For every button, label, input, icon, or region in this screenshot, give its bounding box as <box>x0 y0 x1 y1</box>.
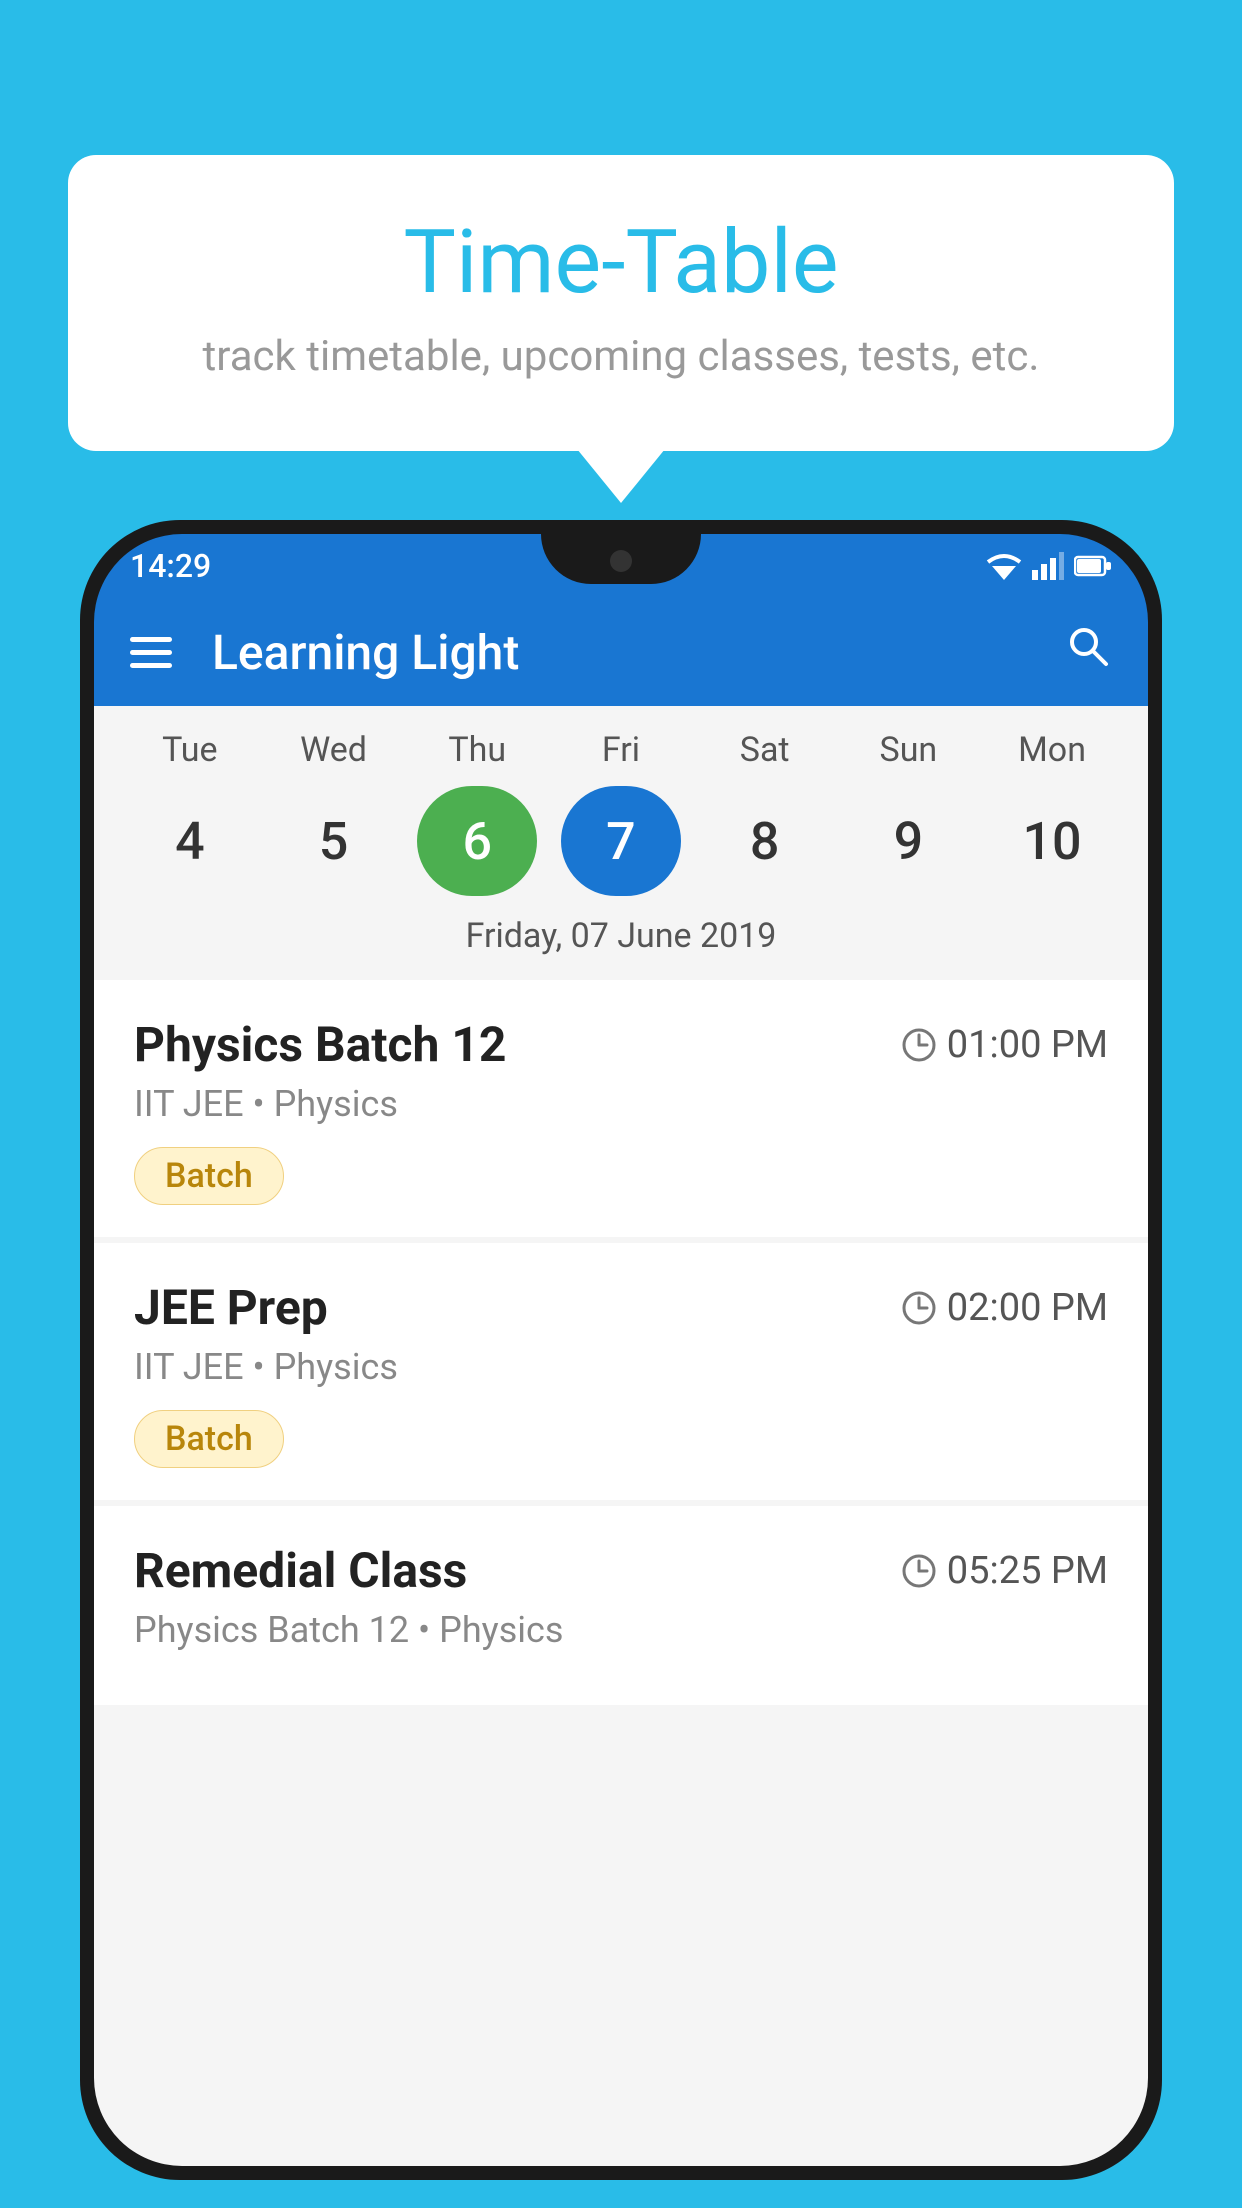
app-feature-subtitle: track timetable, upcoming classes, tests… <box>148 332 1094 381</box>
signal-icon <box>1032 552 1064 580</box>
wifi-icon <box>986 552 1022 580</box>
phone-screen: 14:29 <box>94 534 1148 2166</box>
date-5[interactable]: 5 <box>274 786 394 896</box>
date-7-selected[interactable]: 7 <box>561 786 681 896</box>
clock-icon <box>901 1027 937 1063</box>
schedule-item[interactable]: Remedial Class 05:25 PM Physics Batch 12… <box>94 1506 1148 1705</box>
date-4[interactable]: 4 <box>130 786 250 896</box>
schedule-item-time: 02:00 PM <box>901 1286 1108 1330</box>
clock-icon <box>901 1553 937 1589</box>
schedule-item-header: Remedial Class 05:25 PM <box>134 1542 1108 1599</box>
calendar-strip[interactable]: Tue Wed Thu Fri Sat Sun Mon 4 5 6 7 8 9 … <box>94 706 1148 980</box>
status-icons <box>986 552 1112 580</box>
notch <box>541 534 701 584</box>
battery-icon <box>1074 554 1112 578</box>
day-tue: Tue <box>130 730 250 770</box>
schedule-item-time: 01:00 PM <box>901 1023 1108 1067</box>
clock-icon <box>901 1290 937 1326</box>
schedule-item[interactable]: JEE Prep 02:00 PM IIT JEE • Physics Batc… <box>94 1243 1148 1500</box>
schedule-item[interactable]: Physics Batch 12 01:00 PM IIT JEE • Phys… <box>94 980 1148 1237</box>
day-fri: Fri <box>561 730 681 770</box>
app-bar: Learning Light <box>94 598 1148 706</box>
phone-frame: 14:29 <box>80 520 1162 2180</box>
day-wed: Wed <box>274 730 394 770</box>
day-sat: Sat <box>705 730 825 770</box>
schedule-item-subtitle: Physics Batch 12 • Physics <box>134 1609 1108 1651</box>
search-button[interactable] <box>1064 622 1112 682</box>
batch-badge: Batch <box>134 1410 284 1468</box>
schedule-item-subtitle: IIT JEE • Physics <box>134 1083 1108 1125</box>
screen-content: Tue Wed Thu Fri Sat Sun Mon 4 5 6 7 8 9 … <box>94 706 1148 2166</box>
schedule-item-header: JEE Prep 02:00 PM <box>134 1279 1108 1336</box>
camera-icon <box>610 550 632 572</box>
status-time: 14:29 <box>130 547 211 585</box>
schedule-item-time: 05:25 PM <box>901 1549 1108 1593</box>
schedule-item-title: Physics Batch 12 <box>134 1016 506 1073</box>
schedule-item-title: Remedial Class <box>134 1542 467 1599</box>
status-bar: 14:29 <box>94 534 1148 598</box>
date-8[interactable]: 8 <box>705 786 825 896</box>
schedule-item-header: Physics Batch 12 01:00 PM <box>134 1016 1108 1073</box>
schedule-item-subtitle: IIT JEE • Physics <box>134 1346 1108 1388</box>
day-mon: Mon <box>992 730 1112 770</box>
date-6-today[interactable]: 6 <box>417 786 537 896</box>
day-sun: Sun <box>848 730 968 770</box>
date-10[interactable]: 10 <box>992 786 1112 896</box>
day-numbers: 4 5 6 7 8 9 10 <box>94 786 1148 896</box>
schedule-item-title: JEE Prep <box>134 1279 328 1336</box>
app-title: Learning Light <box>212 624 1034 681</box>
app-feature-title: Time-Table <box>148 215 1094 312</box>
day-headers: Tue Wed Thu Fri Sat Sun Mon <box>94 730 1148 770</box>
speech-bubble: Time-Table track timetable, upcoming cla… <box>68 155 1174 451</box>
hamburger-menu-button[interactable] <box>130 637 172 668</box>
schedule-list: Physics Batch 12 01:00 PM IIT JEE • Phys… <box>94 980 1148 1711</box>
batch-badge: Batch <box>134 1147 284 1205</box>
day-thu: Thu <box>417 730 537 770</box>
date-9[interactable]: 9 <box>848 786 968 896</box>
selected-date-label: Friday, 07 June 2019 <box>94 916 1148 972</box>
